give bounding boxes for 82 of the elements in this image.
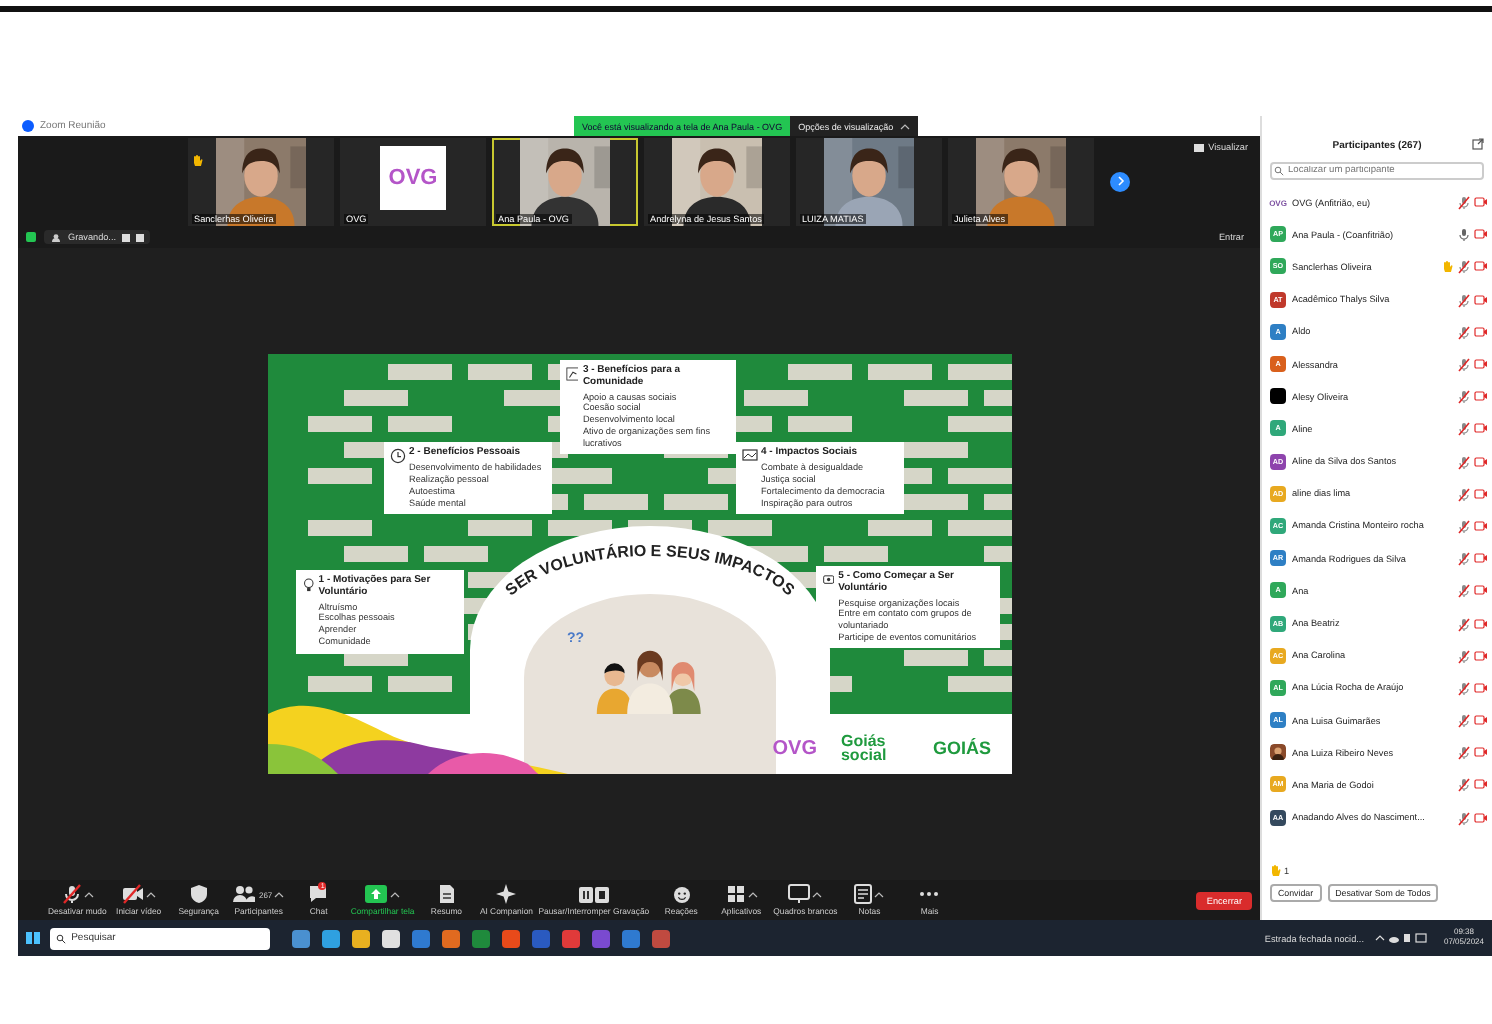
muted-mic-icon: [1458, 617, 1470, 632]
muted-mic-icon: [1458, 584, 1470, 599]
camera-off-icon: [1474, 325, 1488, 338]
caret-icon[interactable]: [874, 891, 885, 897]
camera-off-icon: [1474, 681, 1488, 694]
camera-off-icon: [1474, 778, 1488, 791]
muted-mic-icon: [1458, 390, 1470, 405]
lightbulb-icon: [301, 576, 315, 594]
camera-off-icon: [1474, 293, 1488, 306]
muted-mic-icon: [1458, 455, 1470, 470]
muted-mic-icon: [1458, 325, 1470, 340]
muted-mic-icon: [1458, 681, 1470, 696]
caret-icon[interactable]: [145, 891, 156, 897]
person-icon: [50, 233, 62, 241]
next-page-button[interactable]: [1110, 171, 1130, 191]
muted-mic-icon: [1458, 260, 1470, 275]
muted-mic-icon: [1458, 293, 1470, 308]
mic-icon: [1458, 228, 1470, 243]
camera-off-icon: [1474, 487, 1488, 500]
camera-off-icon: [1474, 552, 1488, 565]
muted-mic-icon: [1458, 778, 1470, 793]
pause-stop-icon: [577, 885, 610, 903]
notes-icon: [854, 884, 873, 904]
camera-off-icon: [1474, 422, 1488, 435]
search-icon: [55, 933, 66, 943]
caret-icon[interactable]: [83, 891, 94, 897]
muted-mic-icon: [1458, 649, 1470, 664]
document-icon: [437, 884, 456, 904]
layout-icon: [1194, 143, 1205, 151]
app-logo-icon: [22, 120, 34, 132]
muted-mic-icon: [1458, 487, 1470, 502]
caret-icon[interactable]: [390, 891, 401, 897]
pause-recording-button[interactable]: [122, 233, 131, 241]
shield-icon: [189, 884, 208, 904]
monitor-icon: [741, 448, 757, 464]
security-icon: [26, 232, 36, 242]
start-icon[interactable]: [26, 931, 40, 945]
camera-off-icon: [121, 884, 144, 904]
logo-tile: OVG: [380, 145, 446, 209]
camera-off-icon: [1474, 390, 1488, 403]
camera-off-icon: [1474, 617, 1488, 630]
caret-icon[interactable]: [274, 891, 285, 897]
caret-icon[interactable]: [747, 891, 758, 897]
muted-mic-icon: [1458, 519, 1470, 534]
sparkle-icon: [496, 884, 517, 904]
raised-hand-icon: [1270, 864, 1282, 878]
caret-icon[interactable]: [899, 123, 910, 129]
muted-mic-icon: [1458, 358, 1470, 373]
brand-logo: Goiás social: [840, 733, 889, 764]
chevron-right-icon: [1115, 176, 1125, 186]
raised-hand-icon: [192, 153, 204, 167]
camera-off-icon: [1474, 584, 1488, 597]
clock-icon: [389, 448, 405, 464]
camera-off-icon: [1474, 746, 1488, 759]
muted-mic-icon: [1458, 714, 1470, 729]
apps-icon: [725, 884, 746, 904]
camera-off-icon: [1474, 649, 1488, 662]
camera-off-icon: [1474, 196, 1488, 209]
muted-mic-icon: [1458, 552, 1470, 567]
camera-off-icon: [1474, 714, 1488, 727]
camera-off-icon: [1474, 260, 1488, 273]
muted-mic-icon: [1458, 422, 1470, 437]
camera-off-icon: [1474, 811, 1488, 824]
caret-icon[interactable]: [812, 891, 823, 897]
muted-mic-icon: [61, 884, 82, 904]
camera-off-icon: [1474, 228, 1488, 241]
share-screen-icon: [364, 884, 389, 904]
camera-off-icon: [1474, 358, 1488, 371]
muted-mic-icon: [1458, 196, 1470, 211]
camera-off-icon: [1474, 455, 1488, 468]
muted-mic-icon: [1458, 811, 1470, 826]
popout-icon[interactable]: [1472, 138, 1484, 150]
muted-mic-icon: [1458, 746, 1470, 761]
brand-logo: GOIÁS: [932, 738, 991, 759]
search-icon: [1274, 166, 1284, 176]
camera-off-icon: [1474, 519, 1488, 532]
people-icon: [232, 884, 257, 904]
stop-recording-button[interactable]: [136, 233, 145, 241]
brand-logo: OVG: [772, 737, 817, 760]
chat-icon: [308, 884, 329, 904]
whiteboard-icon: [788, 884, 811, 904]
raised-hand-icon: [1442, 260, 1454, 275]
